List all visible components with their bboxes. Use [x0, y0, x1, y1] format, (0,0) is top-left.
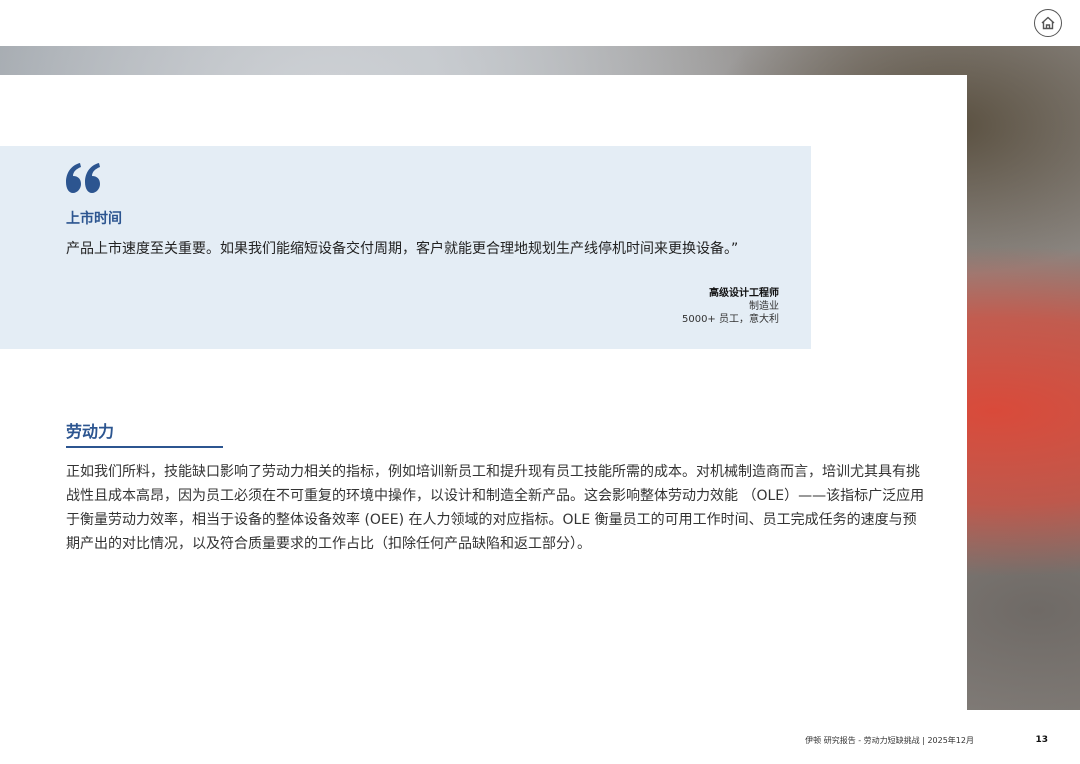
section-body: 正如我们所料，技能缺口影响了劳动力相关的指标，例如培训新员工和提升现有员工技能所… [66, 464, 925, 552]
section-title: 劳动力 [66, 422, 115, 441]
attribution-industry: 制造业 [749, 301, 779, 312]
attribution-company: 5000+ 员工，意大利 [681, 314, 779, 325]
page-number: 13 [1035, 735, 1048, 745]
quote-text: 产品上市速度至关重要。如果我们能缩短设备交付周期，客户就能更合理地规划生产线停机… [66, 241, 739, 257]
home-button[interactable] [1034, 9, 1062, 37]
home-icon [1041, 16, 1055, 30]
quote-mark-icon [66, 163, 100, 193]
footer-text: 伊顿 研究报告 - 劳动力短缺挑战 | 2025年12月 [805, 736, 974, 745]
top-bar [0, 0, 1080, 46]
attribution-role: 高级设计工程师 [709, 288, 779, 299]
section-divider [66, 446, 223, 448]
quote-attribution: 高级设计工程师 制造业 5000+ 员工，意大利 [682, 287, 779, 326]
quote-title: 上市时间 [66, 211, 122, 227]
